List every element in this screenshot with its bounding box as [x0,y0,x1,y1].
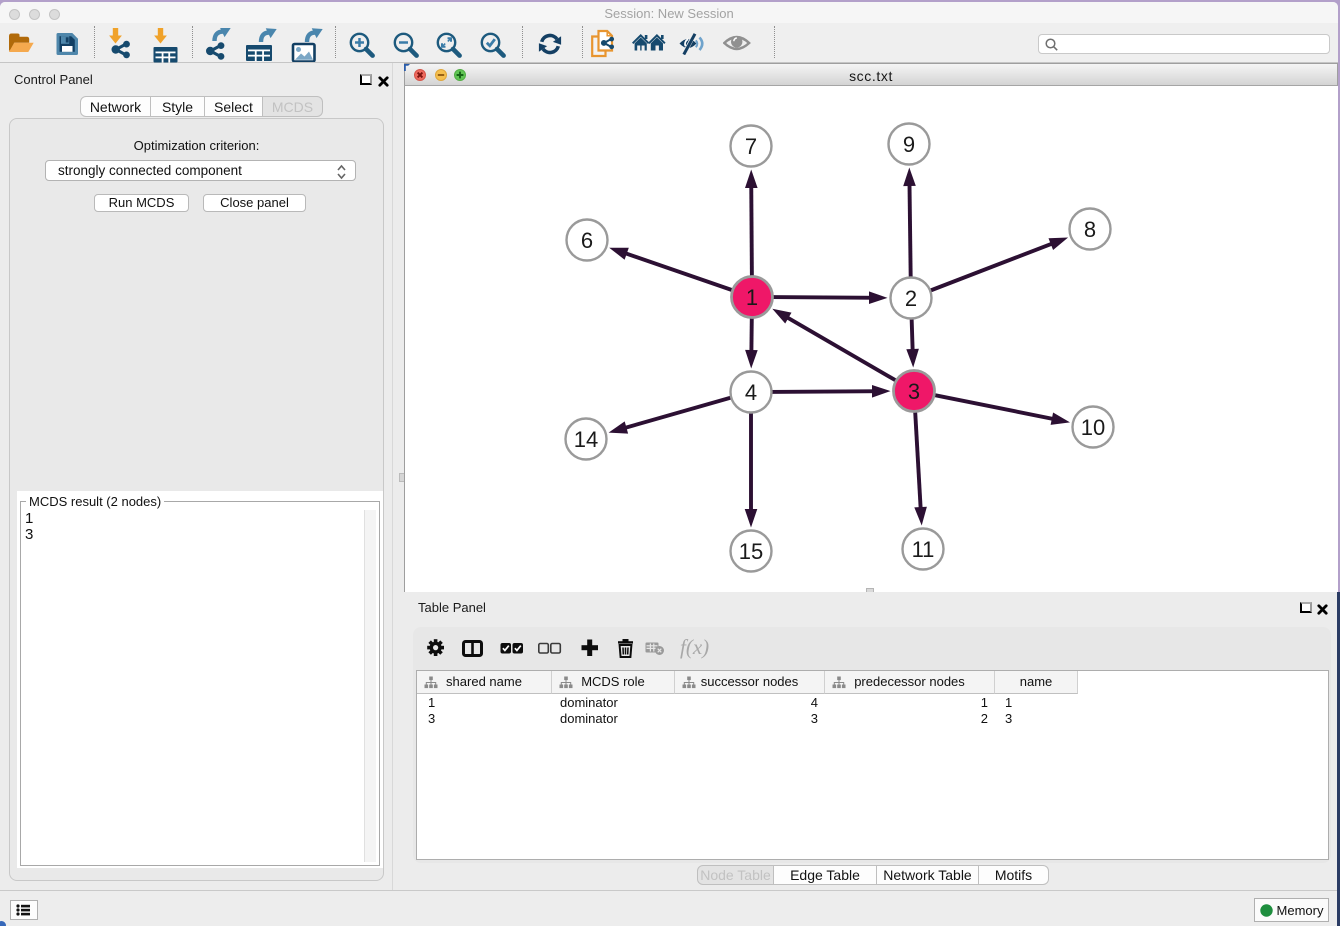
svg-text:4: 4 [745,380,757,405]
svg-text:3: 3 [908,379,920,404]
svg-text:1: 1 [746,285,758,310]
svg-text:10: 10 [1081,415,1105,440]
svg-text:7: 7 [745,134,757,159]
svg-text:9: 9 [903,132,915,157]
svg-text:14: 14 [574,427,598,452]
svg-text:15: 15 [739,539,763,564]
svg-text:11: 11 [912,537,935,562]
svg-text:8: 8 [1084,217,1096,242]
svg-text:2: 2 [905,286,917,311]
svg-text:6: 6 [581,228,593,253]
